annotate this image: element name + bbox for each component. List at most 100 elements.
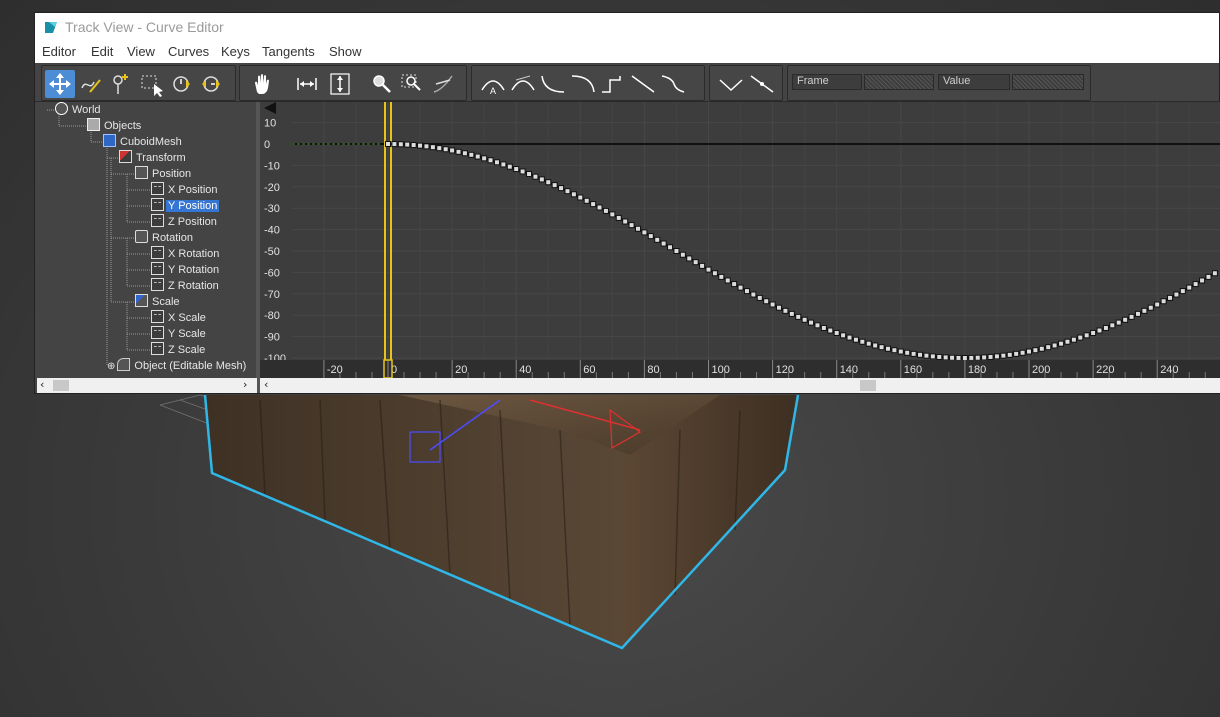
curve-key	[1032, 347, 1039, 354]
curve-key	[987, 353, 994, 360]
menu-curves[interactable]: Curves	[168, 44, 209, 59]
curve-key	[423, 143, 430, 150]
menu-view[interactable]: View	[127, 44, 155, 59]
menu-editor[interactable]: Editor	[42, 44, 76, 59]
curve-key	[1102, 324, 1109, 331]
tree-hscroll-thumb[interactable]	[53, 380, 69, 391]
tangent-spline-button[interactable]	[508, 70, 538, 98]
curve-key	[782, 307, 789, 314]
controller-tree[interactable]: World Objects CuboidMesh Transform Posit…	[37, 102, 256, 378]
draw-curves-button[interactable]	[76, 70, 106, 98]
y-axis-tick-label: -70	[264, 289, 280, 301]
crate-left-face	[205, 395, 625, 648]
tree-item-y-scale[interactable]: Y Scale	[151, 326, 208, 341]
curve-key	[1173, 291, 1180, 298]
tangent-linear-button[interactable]	[628, 70, 658, 98]
tangent-step-button[interactable]	[598, 70, 628, 98]
curve-key	[961, 355, 968, 361]
pan-button[interactable]	[247, 70, 277, 98]
retime-all-button[interactable]	[196, 70, 226, 98]
curve-key	[596, 204, 603, 211]
tangent-auto-button[interactable]: A	[478, 70, 508, 98]
menu-tangents[interactable]: Tangents	[262, 44, 315, 59]
menu-keys[interactable]: Keys	[221, 44, 250, 59]
curve-hscroll-thumb[interactable]	[860, 380, 876, 391]
title-bar[interactable]: Track View - Curve Editor	[35, 13, 1219, 42]
curve-key	[872, 342, 879, 349]
tree-item-position[interactable]: Position	[135, 166, 193, 181]
isolate-curve-button[interactable]	[428, 70, 458, 98]
curve-key	[1019, 349, 1026, 356]
y-axis-tick-label: 10	[264, 118, 276, 130]
frame-field[interactable]	[864, 74, 934, 90]
tree-item-z-scale[interactable]: Z Scale	[151, 342, 207, 357]
curve-graph[interactable]: 10 0 -10 -20 -30 -40 -50 -60 -70 -80 -90 -100 -20 0 20…	[260, 102, 1220, 378]
tree-item-objects[interactable]: Objects	[87, 118, 143, 133]
curve-key	[814, 322, 821, 329]
curve-key	[558, 185, 565, 192]
curve-key	[436, 145, 443, 152]
curve-key	[641, 229, 648, 236]
y-axis-tick-label: -80	[264, 310, 280, 322]
curve-key	[500, 161, 507, 168]
add-keys-button[interactable]	[106, 70, 136, 98]
expand-plus-icon[interactable]: ⊕	[107, 361, 115, 372]
curve-key	[891, 347, 898, 354]
menu-show[interactable]: Show	[329, 44, 362, 59]
tree-item-object[interactable]: ⊕ Object (Editable Mesh)	[107, 358, 248, 373]
curve-key	[974, 354, 981, 361]
svg-text:A: A	[490, 86, 496, 96]
move-keys-icon	[49, 73, 71, 95]
frame-horizontal-button[interactable]	[292, 70, 322, 98]
tree-item-y-rotation[interactable]: Y Rotation	[151, 262, 221, 277]
tangent-smooth-button[interactable]	[658, 70, 688, 98]
value-field[interactable]	[1012, 74, 1084, 90]
curve-key	[1211, 270, 1218, 277]
scroll-right-arrow-icon[interactable]: ›	[243, 378, 247, 391]
curve-horizontal-scrollbar[interactable]: ‹	[260, 378, 1220, 393]
tree-item-cuboidmesh[interactable]: CuboidMesh	[103, 134, 184, 149]
curve-key	[788, 310, 795, 317]
rotation-icon	[135, 230, 148, 243]
tree-horizontal-scrollbar[interactable]: ‹ ›	[37, 378, 257, 393]
retime-tool-button[interactable]	[166, 70, 196, 98]
tree-item-rotation[interactable]: Rotation	[135, 230, 195, 245]
region-tool-button[interactable]	[136, 70, 166, 98]
tree-item-x-scale[interactable]: X Scale	[151, 310, 208, 325]
tangent-fast-button[interactable]	[538, 70, 568, 98]
tangent-slow-button[interactable]	[568, 70, 598, 98]
tree-item-y-position[interactable]: Y Position	[151, 198, 220, 213]
x-axis-tick-label: 220	[1096, 364, 1114, 376]
curve-key	[449, 147, 456, 154]
position-icon	[135, 166, 148, 179]
scroll-left-arrow-icon[interactable]: ‹	[264, 378, 268, 391]
menu-edit[interactable]: Edit	[91, 44, 113, 59]
curve-key	[897, 348, 904, 355]
zoom-button[interactable]	[367, 70, 397, 98]
x-axis-tick-label: -20	[327, 364, 343, 376]
frame-value-button[interactable]	[325, 70, 355, 98]
zoom-region-button[interactable]	[397, 70, 427, 98]
curve-key	[1160, 298, 1167, 305]
curve-key	[1141, 307, 1148, 314]
curve-graph-svg[interactable]: 100-10-20-30-40-50-60-70-80-90-100-20 0 20…	[260, 102, 1220, 378]
curve-key	[615, 214, 622, 221]
curve-key	[391, 141, 398, 148]
tree-item-x-rotation[interactable]: X Rotation	[151, 246, 221, 261]
tree-item-z-position[interactable]: Z Position	[151, 214, 219, 229]
scroll-left-arrow-icon[interactable]: ‹	[40, 378, 44, 391]
world-icon	[55, 102, 68, 115]
curve-key	[859, 338, 866, 345]
move-keys-button[interactable]	[45, 70, 75, 98]
tree-item-x-position[interactable]: X Position	[151, 182, 220, 197]
tree-item-scale[interactable]: Scale	[135, 294, 182, 309]
tree-item-z-rotation[interactable]: Z Rotation	[151, 278, 221, 293]
curve-key	[718, 273, 725, 280]
curve-key	[628, 222, 635, 229]
curve-key	[692, 259, 699, 266]
navigation-group	[239, 65, 467, 101]
tree-item-world[interactable]: World	[55, 102, 103, 117]
unify-tangents-button[interactable]	[747, 70, 777, 98]
break-tangents-button[interactable]	[716, 70, 746, 98]
tree-item-transform[interactable]: Transform	[119, 150, 188, 165]
